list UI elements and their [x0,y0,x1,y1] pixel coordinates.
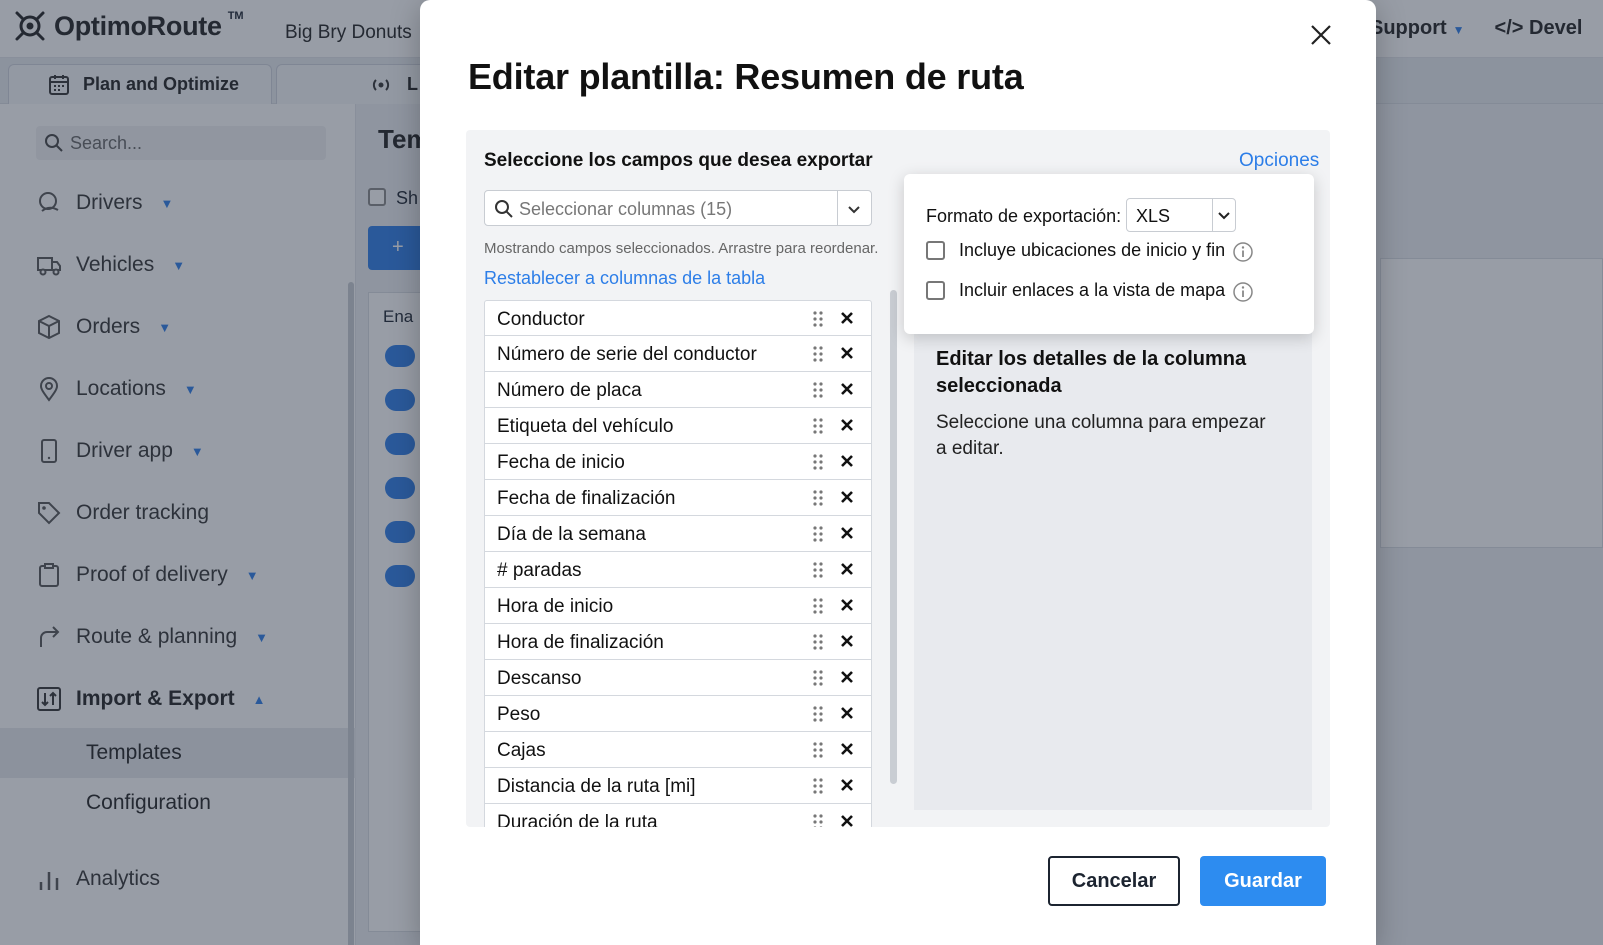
edit-template-modal: Editar plantilla: Resumen de ruta Selecc… [420,0,1376,945]
remove-field-icon[interactable] [839,813,855,827]
include-start-end-option[interactable]: Incluye ubicaciones de inicio y fin [926,240,1225,261]
drag-handle-icon[interactable] [811,309,825,329]
field-row[interactable]: Fecha de finalización [484,480,872,516]
cancel-button[interactable]: Cancelar [1048,856,1180,906]
export-options-popover: Formato de exportación: XLS Incluye ubic… [904,174,1314,334]
drag-handle-icon[interactable] [811,344,825,364]
drag-handle-icon[interactable] [811,560,825,580]
field-label: Conductor [497,309,585,330]
drag-handle-icon[interactable] [811,776,825,796]
export-format-label: Formato de exportación: [926,206,1122,226]
field-row[interactable]: Conductor [484,300,872,336]
field-row[interactable]: Duración de la ruta [484,804,872,827]
search-icon [495,200,513,218]
include-map-links-checkbox[interactable] [926,281,945,300]
fields-scrollbar[interactable] [890,290,897,784]
select-divider [837,191,838,225]
field-label: Número de placa [497,380,642,401]
remove-field-icon[interactable] [839,453,855,469]
field-label: Duración de la ruta [497,812,658,827]
select-divider [1212,199,1213,231]
remove-field-icon[interactable] [839,345,855,361]
field-row[interactable]: Hora de inicio [484,588,872,624]
selected-fields-list: Conductor Número de serie del conductor Nú… [484,300,872,827]
save-button[interactable]: Guardar [1200,856,1326,906]
field-label: Distancia de la ruta [mi] [497,776,696,797]
field-label: Fecha de finalización [497,488,676,509]
columns-select-placeholder: Seleccionar columnas (15) [519,199,733,219]
drag-handle-icon[interactable] [811,632,825,652]
field-label: Descanso [497,668,582,689]
drag-handle-icon[interactable] [811,380,825,400]
field-row[interactable]: Cajas [484,732,872,768]
field-row[interactable]: Fecha de inicio [484,444,872,480]
field-row[interactable]: Día de la semana [484,516,872,552]
remove-field-icon[interactable] [839,669,855,685]
remove-field-icon[interactable] [839,741,855,757]
reorder-hint: Mostrando campos seleccionados. Arrastre… [484,240,879,257]
field-row[interactable]: Número de serie del conductor [484,336,872,372]
drag-handle-icon[interactable] [811,596,825,616]
select-fields-title: Seleccione los campos que desea exportar [484,150,873,171]
field-label: Día de la semana [497,524,646,545]
drag-handle-icon[interactable] [811,488,825,508]
field-row[interactable]: Descanso [484,660,872,696]
remove-field-icon[interactable] [839,525,855,541]
field-row[interactable]: # paradas [484,552,872,588]
export-format-value: XLS [1136,206,1171,226]
drag-handle-icon[interactable] [811,524,825,544]
include-map-links-option[interactable]: Incluir enlaces a la vista de mapa [926,280,1225,301]
field-label: Hora de inicio [497,596,614,617]
field-label: Peso [497,704,541,725]
remove-field-icon[interactable] [839,489,855,505]
close-icon[interactable] [1308,22,1334,48]
remove-field-icon[interactable] [839,417,855,433]
drag-handle-icon[interactable] [811,740,825,760]
chevron-down-icon [1218,212,1230,220]
field-row[interactable]: Peso [484,696,872,732]
columns-select[interactable]: Seleccionar columnas (15) [484,190,872,226]
remove-field-icon[interactable] [839,705,855,721]
remove-field-icon[interactable] [839,777,855,793]
drag-handle-icon[interactable] [811,416,825,436]
remove-field-icon[interactable] [839,561,855,577]
drag-handle-icon[interactable] [811,452,825,472]
field-row[interactable]: Número de placa [484,372,872,408]
include-start-end-checkbox[interactable] [926,241,945,260]
remove-field-icon[interactable] [839,597,855,613]
chevron-down-icon[interactable] [845,200,863,218]
field-label: Número de serie del conductor [497,344,757,365]
remove-field-icon[interactable] [839,381,855,397]
field-row[interactable]: Hora de finalización [484,624,872,660]
include-start-end-label: Incluye ubicaciones de inicio y fin [959,240,1226,260]
column-detail-panel: Editar los detalles de la columna selecc… [914,330,1312,810]
remove-field-icon[interactable] [839,633,855,649]
drag-handle-icon[interactable] [811,704,825,724]
modal-title: Editar plantilla: Resumen de ruta [468,56,1024,97]
include-map-links-label: Incluir enlaces a la vista de mapa [959,280,1226,300]
drag-handle-icon[interactable] [811,668,825,688]
options-link[interactable]: Opciones [1239,150,1319,172]
reset-columns-link[interactable]: Restablecer a columnas de la tabla [484,268,765,289]
export-format-select[interactable]: XLS [1126,198,1236,232]
drag-handle-icon[interactable] [811,812,825,827]
info-icon[interactable] [1232,241,1254,263]
field-row[interactable]: Etiqueta del vehículo [484,408,872,444]
field-label: Etiqueta del vehículo [497,416,674,437]
field-label: Fecha de inicio [497,452,625,473]
field-label: Hora de finalización [497,632,664,653]
column-detail-title: Editar los detalles de la columna selecc… [936,348,1247,397]
field-label: # paradas [497,560,582,581]
field-row[interactable]: Distancia de la ruta [mi] [484,768,872,804]
remove-field-icon[interactable] [839,310,855,326]
info-icon[interactable] [1232,281,1254,303]
field-label: Cajas [497,740,546,761]
column-detail-text: Seleccione una columna para empezar a ed… [936,412,1266,459]
